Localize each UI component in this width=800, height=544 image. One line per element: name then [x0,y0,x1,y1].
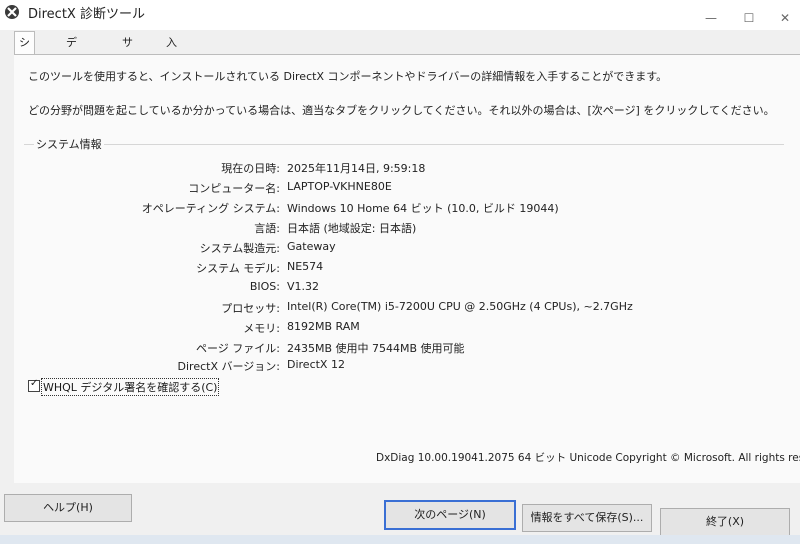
info-label: プロセッサ: [221,302,280,315]
info-row-computer-name: コンピューター名: LAPTOP-VKHNE80E [0,180,800,198]
maximize-button[interactable]: ☐ [734,8,764,28]
info-value: Windows 10 Home 64 ビット (10.0, ビルド 19044) [287,202,559,215]
system-info-group-title: システム情報 [34,136,104,152]
info-label: 現在の日時: [221,162,280,175]
desktop-background-strip [0,535,800,544]
info-label: 言語: [254,222,280,235]
intro-text-2: どの分野が問題を起こしているか分かっている場合は、適当なタブをクリックしてくださ… [28,104,775,117]
info-value: Intel(R) Core(TM) i5-7200U CPU @ 2.50GHz… [287,300,633,313]
tab-display[interactable]: ディスプレイ [62,32,81,154]
directx-app-icon [5,5,19,19]
info-row-model: システム モデル: NE574 [0,260,800,278]
info-label: システム モデル: [196,262,280,275]
info-label: DirectX バージョン: [177,360,280,373]
info-value: 8192MB RAM [287,320,360,333]
window-title: DirectX 診断ツール [28,7,145,22]
intro-text-1: このツールを使用すると、インストールされている DirectX コンポーネントや… [28,70,668,83]
tab-system[interactable]: システム [14,31,35,112]
dxdiag-window: DirectX 診断ツール — ☐ ✕ システム ディスプレイ サウンド 入力 … [0,0,800,544]
info-label: BIOS: [249,280,280,293]
whql-checkbox-label[interactable]: WHQL デジタル署名を確認する(C) [41,378,220,396]
tab-input[interactable]: 入力 [162,32,181,70]
info-value: 2025年11月14日, 9:59:18 [287,162,426,175]
next-page-button[interactable]: 次のページ(N) [384,500,516,530]
system-info-group-border [24,144,784,145]
info-row-processor: プロセッサ: Intel(R) Core(TM) i5-7200U CPU @ … [0,300,800,318]
title-bar[interactable]: DirectX 診断ツール — ☐ ✕ [0,0,800,30]
exit-button[interactable]: 終了(X) [660,508,790,536]
info-row-manufacturer: システム製造元: Gateway [0,240,800,258]
info-row-page-file: ページ ファイル: 2435MB 使用中 7544MB 使用可能 [0,340,800,358]
checkmark-icon: ✓ [30,378,39,389]
info-row-directx-version: DirectX バージョン: DirectX 12 [0,358,800,376]
info-row-os: オペレーティング システム: Windows 10 Home 64 ビット (1… [0,200,800,218]
tab-sound[interactable]: サウンド [118,32,137,112]
info-value: NE574 [287,260,324,273]
info-value: DirectX 12 [287,358,345,371]
info-value: 2435MB 使用中 7544MB 使用可能 [287,342,465,355]
info-label: コンピューター名: [188,182,280,195]
info-value: Gateway [287,240,336,253]
info-row-memory: メモリ: 8192MB RAM [0,320,800,338]
info-value: V1.32 [287,280,320,293]
info-label: オペレーティング システム: [141,202,280,215]
info-value: 日本語 (地域設定: 日本語) [287,222,417,235]
close-button[interactable]: ✕ [770,8,800,28]
help-button[interactable]: ヘルプ(H) [4,494,132,522]
info-label: システム製造元: [199,242,280,255]
info-row-bios: BIOS: V1.32 [0,280,800,298]
info-row-language: 言語: 日本語 (地域設定: 日本語) [0,220,800,238]
minimize-button[interactable]: — [696,8,726,28]
info-label: ページ ファイル: [196,342,280,355]
version-copyright-text: DxDiag 10.00.19041.2075 64 ビット Unicode C… [376,452,800,464]
save-all-info-button[interactable]: 情報をすべて保存(S)... [522,504,652,532]
info-value: LAPTOP-VKHNE80E [287,180,392,193]
info-label: メモリ: [243,322,280,335]
info-row-datetime: 現在の日時: 2025年11月14日, 9:59:18 [0,160,800,178]
whql-checkbox[interactable]: ✓ [28,378,40,392]
